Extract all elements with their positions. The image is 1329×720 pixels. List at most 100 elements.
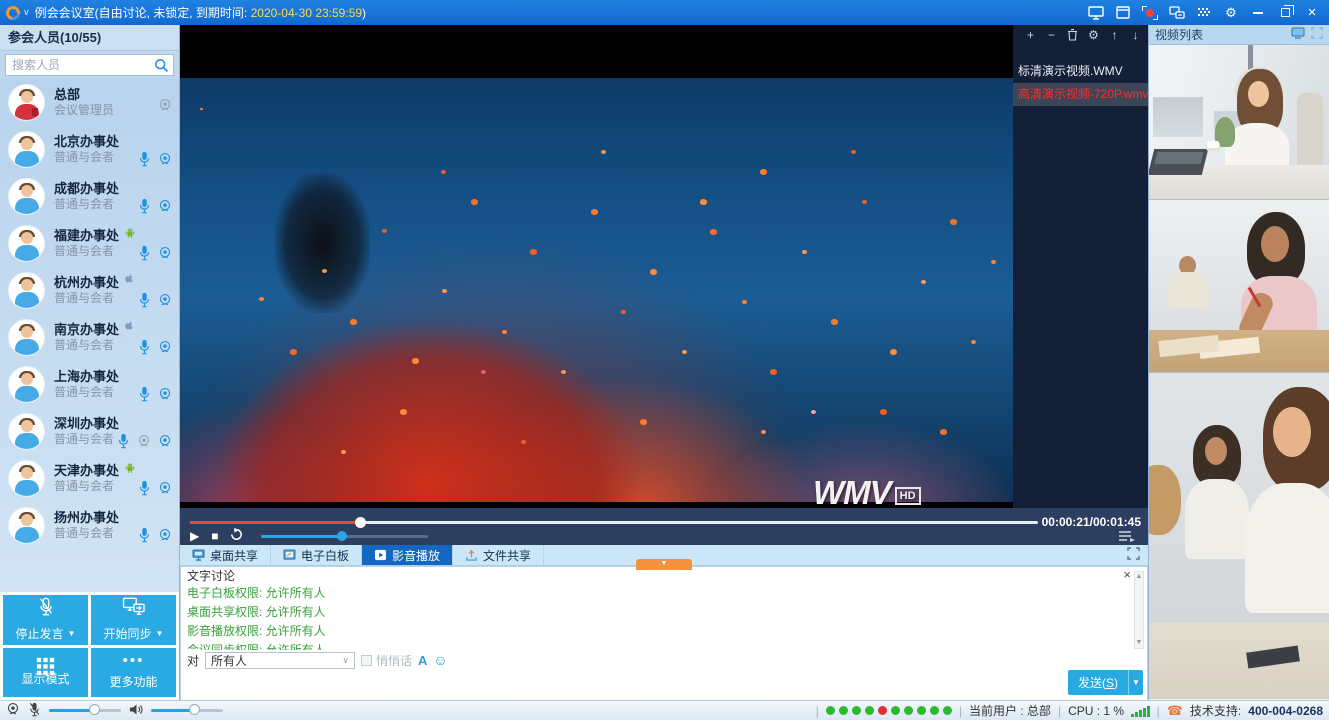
chat-scrollbar[interactable]: ▲ ▼ <box>1134 571 1144 649</box>
more-functions-button[interactable]: ••• 更多功能 <box>91 648 176 698</box>
start-sync-button[interactable]: 开始同步▼ <box>91 595 176 645</box>
camera-icon[interactable] <box>158 434 172 448</box>
minimize-button[interactable] <box>1249 5 1267 21</box>
camera-icon[interactable] <box>158 293 172 307</box>
chat-close-icon[interactable]: × <box>1123 569 1131 581</box>
participant-row[interactable]: 总部 会议管理员 <box>0 79 179 126</box>
close-button[interactable]: × <box>1303 5 1321 21</box>
support-phone-number[interactable]: 400-004-0268 <box>1248 704 1323 718</box>
trash-icon[interactable] <box>1066 28 1079 42</box>
camera-gray-icon[interactable] <box>137 434 151 448</box>
camera-icon[interactable] <box>158 246 172 260</box>
mic-volume-thumb[interactable] <box>89 704 100 715</box>
stop-button[interactable]: ■ <box>211 529 218 543</box>
avatar <box>8 84 45 121</box>
tab-media-playback[interactable]: 影音播放 <box>362 545 453 565</box>
scroll-up-icon[interactable]: ▲ <box>1135 573 1143 581</box>
video-thumbnail-3[interactable] <box>1149 373 1329 699</box>
expand-panel-icon[interactable] <box>1311 27 1323 42</box>
move-up-button[interactable]: ↑ <box>1108 28 1121 42</box>
time-display: 00:00:21/00:01:45 <box>1042 515 1141 529</box>
recipient-select[interactable]: 所有人 ∨ <box>205 652 355 669</box>
speaker-volume-thumb[interactable] <box>189 704 200 715</box>
tab-file-share[interactable]: 文件共享 <box>453 545 544 565</box>
participant-row[interactable]: 深圳办事处 普通与会者 <box>0 408 179 455</box>
font-style-icon[interactable]: A <box>418 653 427 668</box>
camera-icon[interactable] <box>158 340 172 354</box>
chat-message-input[interactable] <box>181 670 1147 700</box>
display-grid-icon[interactable] <box>1195 5 1213 21</box>
seek-thumb[interactable] <box>355 517 366 528</box>
scroll-down-icon[interactable]: ▼ <box>1135 639 1143 647</box>
window-mode-icon[interactable] <box>1114 5 1132 21</box>
mic-icon[interactable] <box>138 527 151 543</box>
sidebar-action-buttons: 停止发言▼ 开始同步▼ 显示模式 ••• 更多功能 <box>0 592 179 700</box>
participant-row[interactable]: 成都办事处 普通与会者 <box>0 173 179 220</box>
participant-row[interactable]: 上海办事处 普通与会者 <box>0 361 179 408</box>
mic-icon[interactable] <box>117 433 130 449</box>
mic-icon[interactable] <box>138 480 151 496</box>
video-thumbnail-2[interactable] <box>1149 200 1329 373</box>
participant-row[interactable]: 天津办事处 普通与会者 <box>0 455 179 502</box>
monitor-icon[interactable] <box>1291 27 1305 42</box>
maximize-button[interactable] <box>1276 5 1294 21</box>
camera-icon[interactable] <box>158 528 172 542</box>
participant-row[interactable]: 福建办事处 普通与会者 <box>0 220 179 267</box>
participant-row[interactable]: 杭州办事处 普通与会者 <box>0 267 179 314</box>
tab-desktop-share[interactable]: 桌面共享 <box>180 545 271 565</box>
whisper-checkbox[interactable]: 悄悄话 <box>361 652 412 669</box>
record-icon[interactable] <box>1141 5 1159 21</box>
mic-icon[interactable] <box>138 339 151 355</box>
playlist-item[interactable]: 标清演示视频.WMV <box>1013 60 1148 83</box>
chat-collapse-handle[interactable]: ▼ <box>636 559 692 570</box>
camera-icon[interactable] <box>158 199 172 213</box>
search-icon[interactable] <box>154 58 169 76</box>
search-input[interactable] <box>6 55 173 75</box>
video-thumbnail-1[interactable] <box>1149 45 1329 200</box>
speaker-icon[interactable] <box>129 703 143 719</box>
display-mode-button[interactable]: 显示模式 <box>3 648 88 698</box>
loop-button[interactable] <box>230 528 243 544</box>
mic-volume-slider[interactable] <box>49 709 121 712</box>
emoji-icon[interactable]: ☺ <box>433 653 447 667</box>
fullscreen-expand-icon[interactable] <box>1127 547 1140 563</box>
stop-speaking-button[interactable]: 停止发言▼ <box>3 595 88 645</box>
send-button[interactable]: 发送(S) <box>1068 670 1128 695</box>
main-video-stage[interactable]: WMV HD <box>180 25 1013 508</box>
participant-row[interactable]: 扬州办事处 普通与会者 <box>0 502 179 549</box>
participant-row[interactable]: 北京办事处 普通与会者 <box>0 126 179 173</box>
remove-media-button[interactable]: − <box>1045 28 1058 42</box>
mic-muted-status-icon[interactable] <box>28 702 41 720</box>
move-down-button[interactable]: ↓ <box>1129 28 1142 42</box>
send-options-caret[interactable]: ▼ <box>1128 670 1143 695</box>
mic-icon[interactable] <box>138 292 151 308</box>
participant-row[interactable]: 南京办事处 普通与会者 <box>0 314 179 361</box>
mic-icon[interactable] <box>138 151 151 167</box>
tab-whiteboard[interactable]: 电子白板 <box>271 545 362 565</box>
playlist-item-selected[interactable]: 高清演示视频-720P.wmv 删除 <box>1013 83 1148 106</box>
chat-message: 会议同步权限: 允许所有人 <box>187 641 1127 650</box>
title-bar: ∨ 例会会议室(自由讨论, 未锁定, 到期时间: 2020-04-30 23:5… <box>0 0 1329 25</box>
camera-icon[interactable] <box>158 387 172 401</box>
webcam-status-icon[interactable] <box>6 702 20 719</box>
mic-icon[interactable] <box>138 198 151 214</box>
screen-share-icon[interactable] <box>1087 5 1105 21</box>
playlist-toggle-icon[interactable] <box>1118 530 1136 545</box>
speaker-volume-slider[interactable] <box>151 709 223 712</box>
participant-name: 扬州办事处 <box>54 507 119 526</box>
camera-icon[interactable] <box>158 481 172 495</box>
network-share-icon[interactable] <box>1168 5 1186 21</box>
seek-bar[interactable] <box>190 521 1038 524</box>
playlist-settings-icon[interactable]: ⚙ <box>1087 28 1100 42</box>
player-volume-thumb[interactable] <box>337 531 347 541</box>
camera-icon[interactable] <box>158 152 172 166</box>
mic-icon[interactable] <box>138 386 151 402</box>
mic-icon[interactable] <box>138 245 151 261</box>
settings-gear-icon[interactable]: ⚙ <box>1222 5 1240 21</box>
chevron-down-icon[interactable]: ∨ <box>23 7 30 18</box>
checkbox[interactable] <box>361 655 372 666</box>
camera-gray-icon[interactable] <box>158 98 172 112</box>
play-button[interactable]: ▶ <box>190 529 199 543</box>
add-media-button[interactable]: + <box>1024 28 1037 42</box>
player-volume-slider[interactable] <box>261 535 428 538</box>
